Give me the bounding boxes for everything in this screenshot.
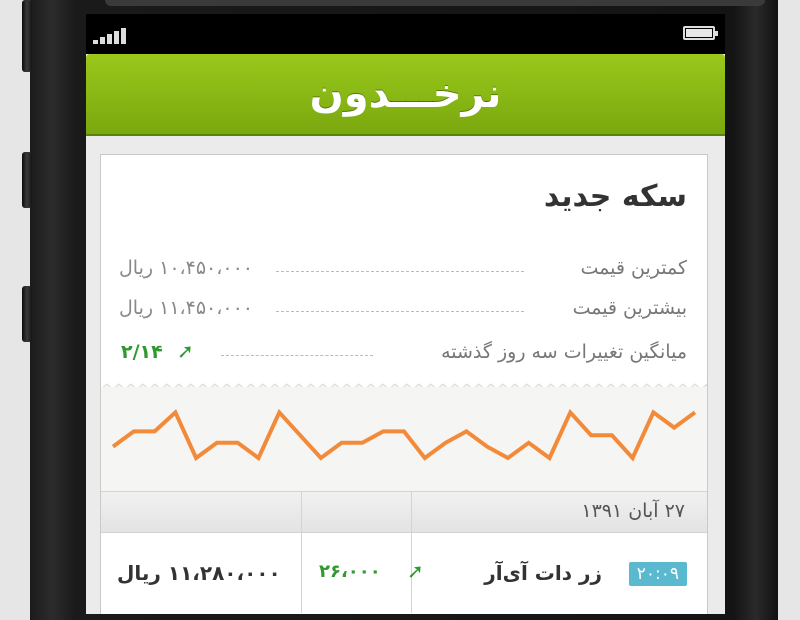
max-price-value: ۱۱،۴۵۰،۰۰۰ ریال: [119, 297, 254, 319]
avg-change-label: میانگین تغییرات سه روز گذشته: [441, 341, 687, 363]
divider-dashes: [276, 311, 524, 312]
min-price-value: ۱۰،۴۵۰،۰۰۰ ریال: [119, 257, 254, 279]
table-date: ۲۷ آبان ۱۳۹۱: [581, 500, 685, 522]
avg-change-value: ۲/۱۴: [121, 341, 163, 363]
min-price-label: کمترین قیمت: [580, 257, 688, 279]
divider-dashes: [276, 271, 524, 272]
column-divider: [301, 533, 302, 613]
arrow-up-icon: ➚: [177, 339, 194, 363]
change-value: ۲۶،۰۰۰: [319, 561, 381, 582]
volume-down-button: [22, 286, 32, 342]
battery-icon: [683, 26, 718, 40]
arrow-up-icon: ➚: [407, 559, 424, 583]
silent-switch: [22, 0, 32, 72]
min-price-row: کمترین قیمت ۱۰،۴۵۰،۰۰۰ ریال: [101, 257, 707, 287]
screen: نرخـــدون سکه جدید کمترین قیمت ۱۰،۴۵۰،۰۰…: [86, 14, 725, 614]
app-header: نرخـــدون: [86, 54, 725, 134]
max-price-label: بیشترین قیمت: [572, 297, 687, 319]
time-badge: ۲۰:۰۹: [628, 562, 687, 586]
price-card[interactable]: سکه جدید کمترین قیمت ۱۰،۴۵۰،۰۰۰ ریال بیش…: [100, 154, 708, 614]
table-row[interactable]: ۲۰:۰۹ زر دات آی‌آر ➚ ۲۶،۰۰۰ ۱۱،۲۸۰،۰۰۰ ر…: [101, 533, 707, 613]
table-header: ۲۷ آبان ۱۳۹۱: [101, 491, 707, 533]
price-chart-svg: [111, 408, 697, 462]
price-line: [111, 408, 697, 462]
card-title: سکه جدید: [543, 179, 687, 214]
status-bar: [86, 14, 725, 54]
avg-change-row: میانگین تغییرات سه روز گذشته ➚ ۲/۱۴: [101, 339, 707, 371]
divider-dashes: [221, 355, 373, 356]
price-value: ۱۱،۲۸۰،۰۰۰ ریال: [117, 561, 281, 585]
price-chart: [101, 387, 707, 491]
app-title: نرخـــدون: [309, 71, 502, 117]
column-divider: [411, 492, 412, 532]
column-divider: [301, 492, 302, 532]
phone-top-edge: [105, 0, 765, 6]
max-price-row: بیشترین قیمت ۱۱،۴۵۰،۰۰۰ ریال: [101, 297, 707, 327]
source-name: زر دات آی‌آر: [484, 561, 602, 585]
volume-up-button: [22, 152, 32, 208]
signal-icon: [93, 24, 133, 44]
